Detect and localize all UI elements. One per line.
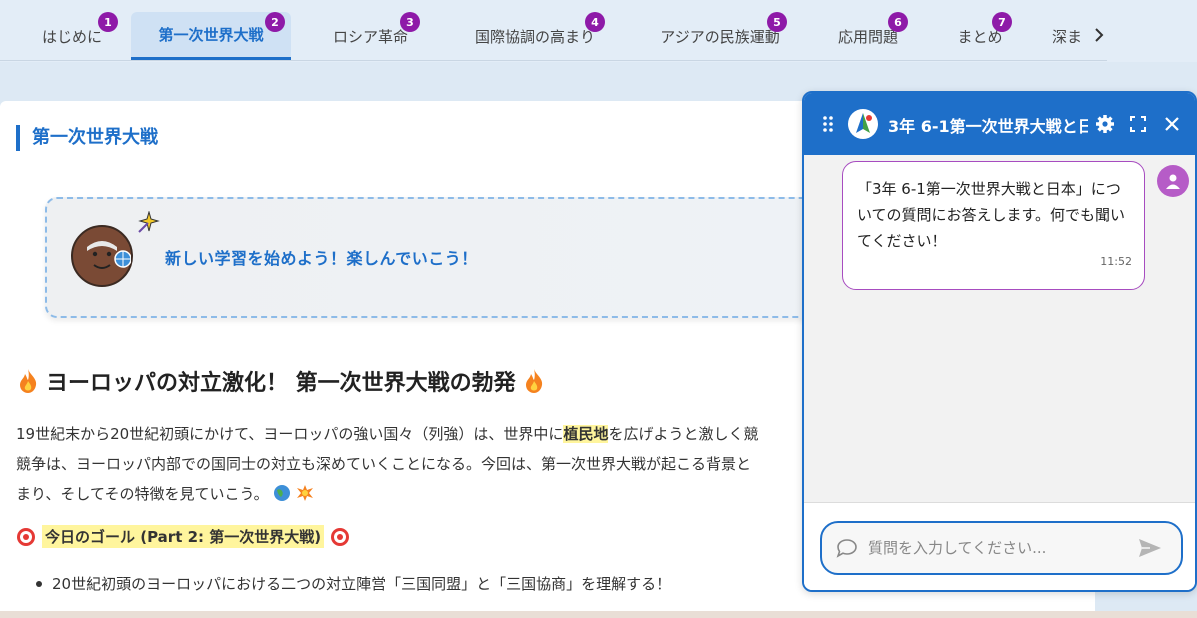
goal-item-text: 20世紀初頭のヨーロッパにおける二つの対立陣営「三国同盟」と「三国協商」を理解す… [52, 575, 672, 593]
goal-list-item: 20世紀初頭のヨーロッパにおける二つの対立陣営「三国同盟」と「三国協商」を理解す… [36, 573, 671, 594]
assistant-logo-icon [848, 109, 878, 139]
fullscreen-button[interactable] [1126, 112, 1150, 136]
tab-deepening[interactable]: 深ま [1052, 12, 1082, 60]
tab-number-badge: 7 [992, 12, 1012, 32]
teacher-avatar [71, 225, 133, 287]
intro-banner: 新しい学習を始めよう！楽しんでいこう！ [45, 197, 825, 318]
tab-scroll-right-button[interactable] [1088, 24, 1110, 46]
send-button[interactable] [1138, 538, 1162, 562]
highlight-colonies: 植民地 [563, 425, 609, 443]
chat-header: 3年 6-1第一次世界大戦と日本 [804, 93, 1195, 155]
message-timestamp: 11:52 [1100, 255, 1132, 268]
paragraph-text: まり、そしてその特徴を見ていこう。 [16, 485, 269, 503]
paragraph-text: を広げようと激しく競 [608, 425, 759, 443]
tab-number-badge: 1 [98, 12, 118, 32]
settings-button[interactable] [1093, 112, 1117, 136]
tab-summary[interactable]: まとめ 7 [945, 12, 1015, 60]
teacher-face-icon [87, 241, 132, 269]
section-tab-bar: はじめに 1 第一次世界大戦 2 ロシア革命 3 国際協調の高まり 4 アジアの… [0, 0, 1197, 62]
bullet-dot [36, 580, 42, 587]
tab-label: ロシア革命 [332, 27, 408, 46]
tab-number-badge: 3 [400, 12, 420, 32]
drag-handle-icon[interactable] [822, 115, 834, 137]
target-icon [331, 527, 350, 546]
tab-russian-revolution[interactable]: ロシア革命 3 [318, 12, 423, 60]
close-chat-button[interactable] [1160, 112, 1184, 136]
tab-international-cooperation[interactable]: 国際協調の高まり 4 [460, 12, 610, 60]
goal-heading: 今日のゴール (Part 2: 第一次世界大戦) [16, 525, 350, 548]
lesson-heading: ヨーロッパの対立激化！ 第一次世界大戦の勃発 [16, 365, 546, 397]
expand-icon [1130, 116, 1146, 132]
fire-icon [525, 369, 542, 393]
fire-icon [20, 369, 37, 393]
paragraph-text: 競争は、ヨーロッパ内部での国同士の対立も深めていくことになる。今回は、第一次世界… [16, 455, 752, 473]
intro-message: 新しい学習を始めよう！楽しんでいこう！ [165, 249, 478, 268]
tab-label: 応用問題 [837, 27, 898, 46]
goal-label: 今日のゴール (Part 2: 第一次世界大戦) [42, 525, 325, 548]
chat-message-bubble: 「3年 6-1第一次世界大戦と日本」についての質問にお答えします。何でも聞いてく… [842, 161, 1145, 290]
tab-number-badge: 2 [265, 12, 285, 32]
sparkle-icon [137, 210, 161, 237]
lesson-paragraph: 19世紀末から20世紀初頭にかけて、ヨーロッパの強い国々（列強）は、世界中に植民… [16, 419, 816, 509]
tab-ww1[interactable]: 第一次世界大戦 2 [131, 12, 291, 60]
question-input[interactable] [868, 533, 1128, 563]
target-icon [17, 527, 35, 546]
tab-label: アジアの民族運動 [660, 27, 780, 46]
tab-number-badge: 4 [585, 12, 605, 32]
tab-label: 深ま [1052, 27, 1082, 46]
send-icon [1139, 539, 1161, 557]
chat-title: 3年 6-1第一次世界大戦と日本 [888, 117, 1088, 136]
section-title: 第一次世界大戦 [16, 125, 158, 151]
chat-input-box [820, 521, 1183, 575]
tab-number-badge: 5 [767, 12, 787, 32]
tab-label: 第一次世界大戦 [158, 26, 264, 44]
tab-intro[interactable]: はじめに 1 [22, 12, 122, 60]
tab-number-badge: 6 [888, 12, 908, 32]
tab-label: はじめに [41, 27, 102, 46]
person-icon [1166, 174, 1180, 189]
chat-message-text: 「3年 6-1第一次世界大戦と日本」についての質問にお答えします。何でも聞いてく… [857, 180, 1126, 250]
page-bottom-strip [0, 611, 1197, 618]
paragraph-text: 19世紀末から20世紀初頭にかけて、ヨーロッパの強い国々（列強）は、世界中に [16, 425, 564, 443]
tab-bar-divider [0, 60, 1107, 61]
explosion-icon [297, 485, 314, 501]
close-icon [1165, 117, 1179, 131]
tab-applied-problems[interactable]: 応用問題 6 [828, 12, 908, 60]
speech-bubble-icon [836, 538, 858, 562]
chat-input-area [804, 502, 1195, 590]
user-avatar [1157, 165, 1189, 197]
tab-asian-nationalism[interactable]: アジアの民族運動 5 [645, 12, 795, 60]
globe-icon [274, 485, 291, 501]
gear-icon [1096, 115, 1114, 133]
tab-label: 国際協調の高まり [474, 27, 595, 46]
chevron-right-icon [1095, 28, 1104, 42]
chat-panel: 3年 6-1第一次世界大戦と日本 「3年 6-1第一次世界大戦と日本」についての… [802, 91, 1197, 592]
heading-text: ヨーロッパの対立激化！ 第一次世界大戦の勃発 [46, 371, 516, 396]
